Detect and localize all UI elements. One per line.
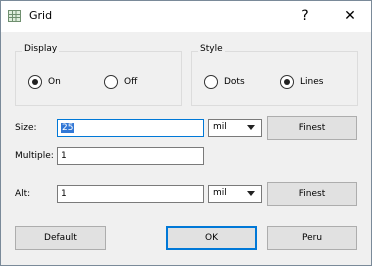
radio-label: On	[48, 77, 61, 87]
radio-circle-checked[interactable]	[28, 75, 42, 89]
radio-circle[interactable]	[104, 75, 118, 89]
style-group-label: Style	[198, 44, 225, 54]
radio-label: Off	[124, 77, 138, 87]
default-button-label: Default	[44, 233, 77, 243]
size-finest-label: Finest	[298, 123, 326, 133]
display-off-radio[interactable]: Off	[104, 75, 137, 89]
size-unit-select[interactable]: mil	[208, 119, 262, 137]
display-group-label: Display	[22, 44, 60, 54]
title-bar: Grid ? ✕	[1, 1, 371, 32]
radio-label: Dots	[224, 77, 245, 87]
help-button[interactable]: ?	[292, 1, 318, 32]
size-label: Size:	[15, 123, 37, 133]
grid-dialog: Grid ? ✕ Display On Off Style Dots Lines…	[0, 0, 372, 266]
alt-input[interactable]: 1	[57, 185, 204, 203]
chevron-down-icon	[247, 125, 255, 130]
multiple-input-value: 1	[61, 151, 67, 161]
alt-unit-value: mil	[213, 188, 227, 198]
size-input[interactable]: 25	[57, 119, 204, 137]
alt-finest-button[interactable]: Finest	[267, 182, 357, 206]
peru-button-label: Peru	[301, 233, 323, 243]
peru-button[interactable]: Peru	[267, 226, 357, 250]
alt-unit-select[interactable]: mil	[208, 185, 262, 203]
display-group: Display On Off	[15, 44, 182, 106]
style-group: Style Dots Lines	[191, 44, 358, 106]
size-finest-button[interactable]: Finest	[267, 116, 357, 140]
size-unit-value: mil	[213, 122, 227, 132]
style-lines-radio[interactable]: Lines	[280, 75, 323, 89]
ok-button-label: OK	[205, 233, 218, 243]
window-title: Grid	[29, 9, 53, 22]
display-on-radio[interactable]: On	[28, 75, 61, 89]
grid-app-icon	[8, 10, 21, 22]
ok-button[interactable]: OK	[166, 226, 257, 250]
alt-label: Alt:	[15, 189, 31, 199]
chevron-down-icon	[247, 191, 255, 196]
default-button[interactable]: Default	[15, 226, 106, 250]
radio-label: Lines	[300, 77, 324, 87]
multiple-input[interactable]: 1	[57, 147, 204, 165]
close-button[interactable]: ✕	[337, 1, 363, 32]
alt-input-value: 1	[61, 189, 67, 199]
radio-circle-checked[interactable]	[280, 75, 294, 89]
radio-circle[interactable]	[204, 75, 218, 89]
style-dots-radio[interactable]: Dots	[204, 75, 245, 89]
alt-finest-label: Finest	[298, 189, 326, 199]
size-input-value: 25	[61, 123, 75, 133]
multiple-label: Multiple:	[15, 151, 54, 161]
